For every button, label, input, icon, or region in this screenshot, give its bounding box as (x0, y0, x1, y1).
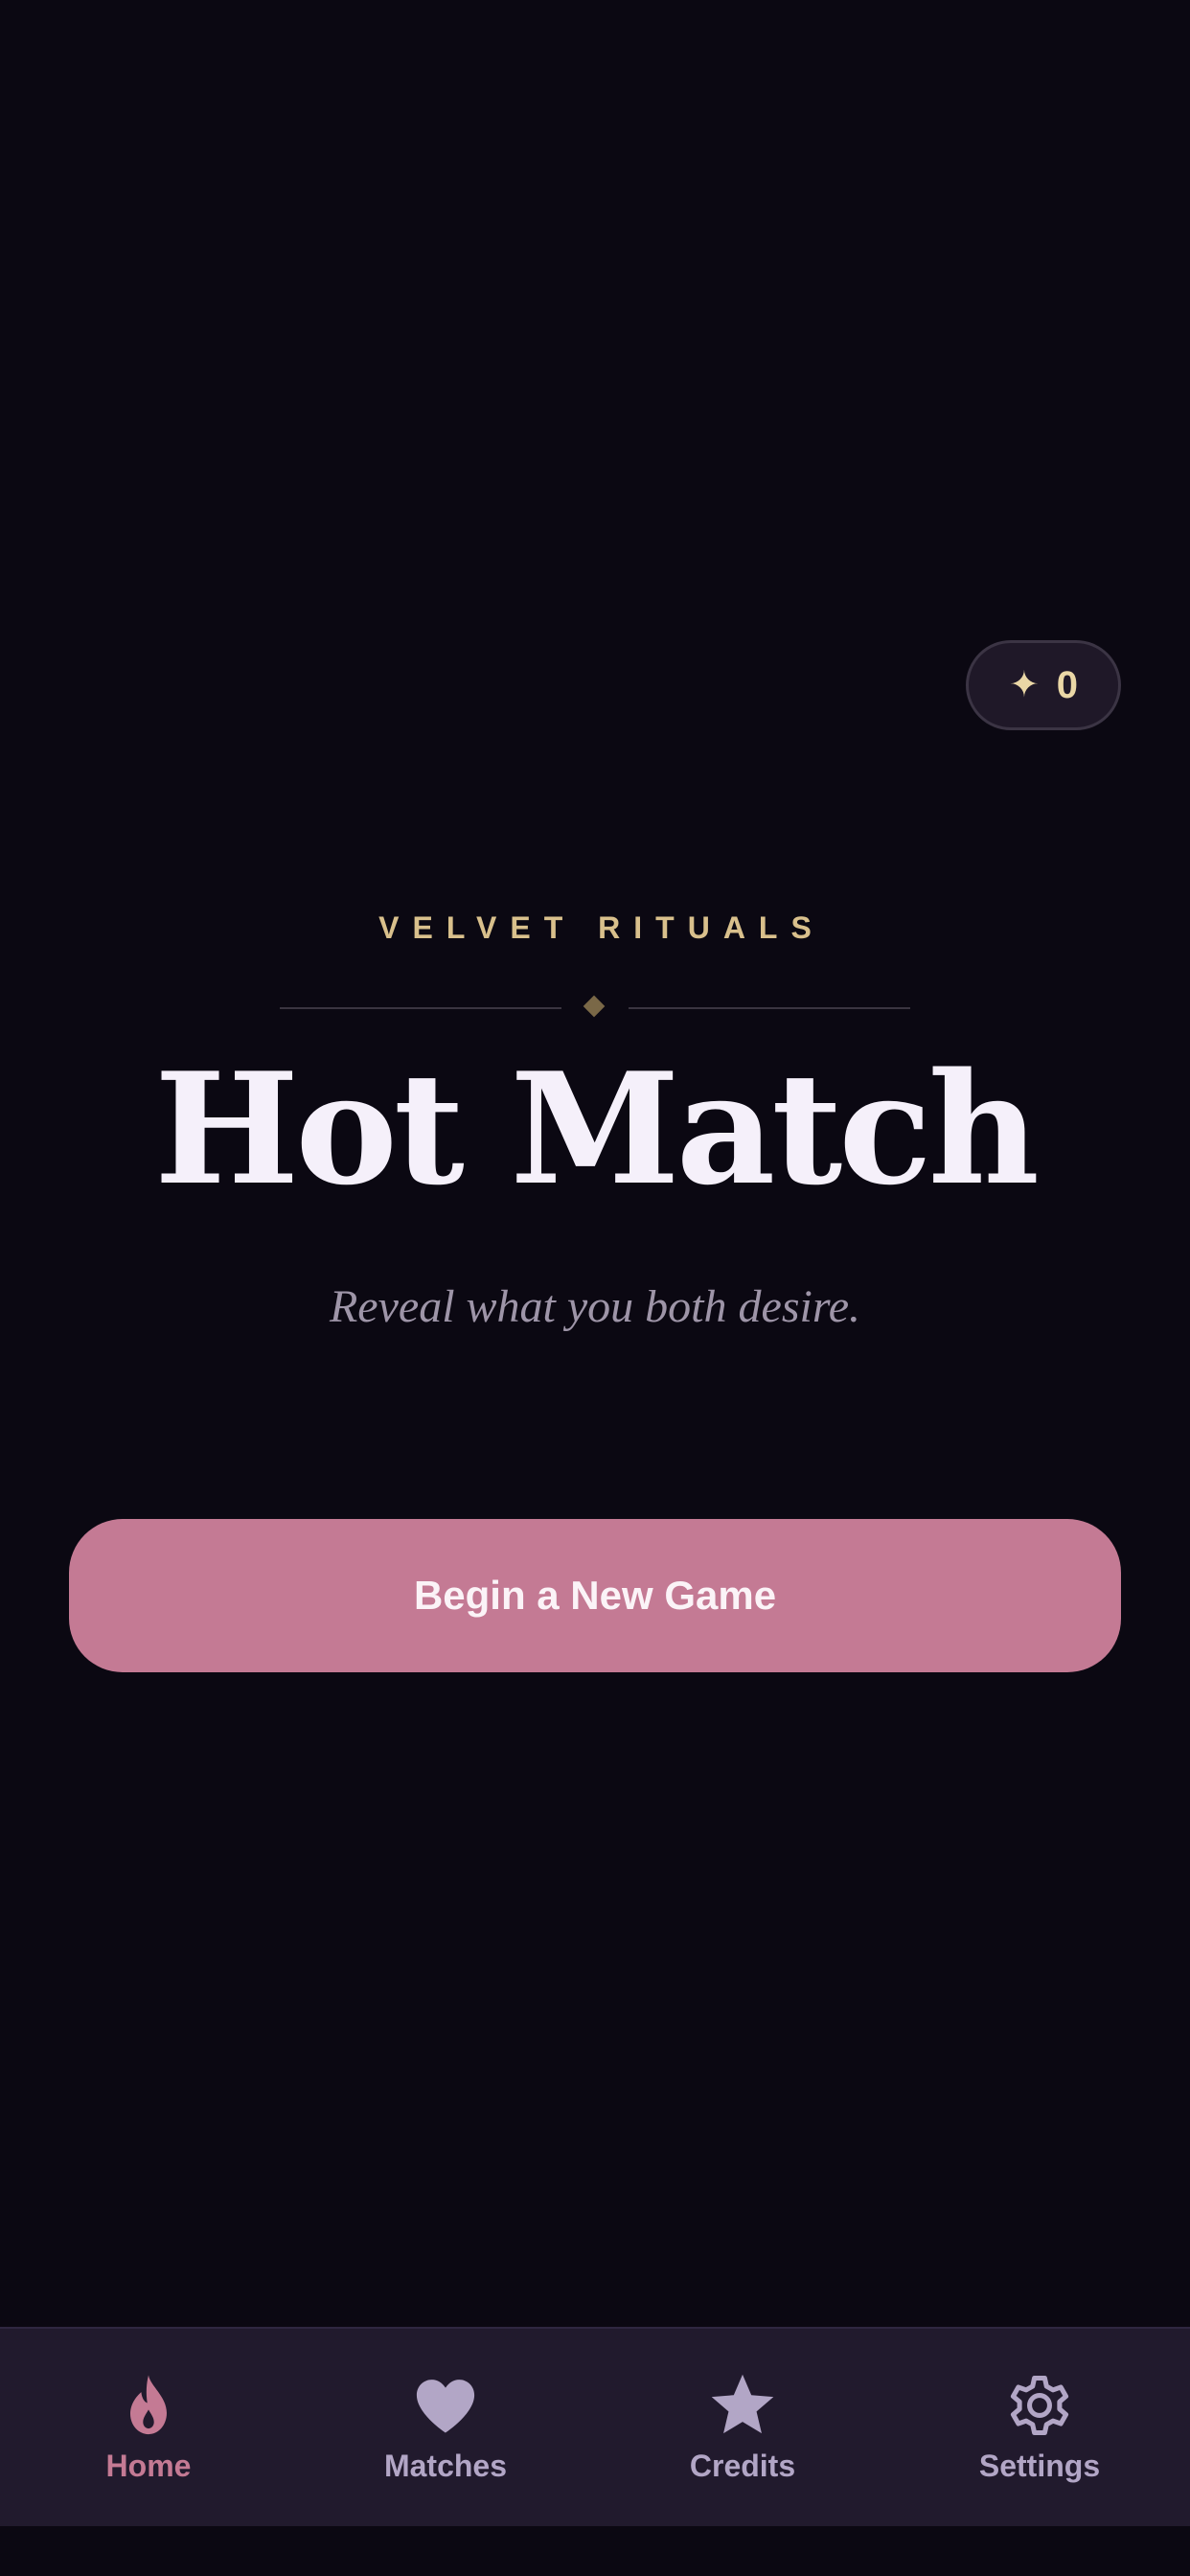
tab-matches-label: Matches (383, 2449, 508, 2483)
brand-eyebrow: VELVET RITUALS (378, 910, 825, 945)
tab-settings[interactable]: Settings (891, 2329, 1188, 2526)
heart-icon (409, 2369, 482, 2442)
star-icon (706, 2369, 779, 2442)
divider-left (280, 1007, 561, 1009)
diamond-ornament (583, 995, 606, 1018)
bottom-tab-bar: Home Matches Credits Settings (0, 2327, 1190, 2526)
tab-home-label: Home (105, 2449, 192, 2483)
tab-matches[interactable]: Matches (297, 2329, 594, 2526)
begin-new-game-button[interactable]: Begin a New Game (69, 1519, 1121, 1672)
sparkle-icon: ✦ (1008, 665, 1040, 705)
credits-count: 0 (1056, 664, 1079, 706)
app-tagline: Reveal what you both desire. (329, 1281, 861, 1332)
home-indicator-area (0, 2526, 1190, 2576)
tab-credits-label: Credits (689, 2449, 796, 2483)
tab-home[interactable]: Home (0, 2329, 297, 2526)
gear-icon (1003, 2369, 1076, 2442)
flame-icon (112, 2369, 185, 2442)
credits-balance-button[interactable]: ✦ 0 (966, 640, 1121, 730)
app-title: Hot Match (154, 1039, 1040, 1219)
home-screen: ✦ 0 VELVET RITUALS Hot Match Reveal what… (0, 0, 1190, 2576)
divider-right (629, 1007, 910, 1009)
tab-settings-label: Settings (978, 2449, 1101, 2483)
tab-credits[interactable]: Credits (594, 2329, 891, 2526)
